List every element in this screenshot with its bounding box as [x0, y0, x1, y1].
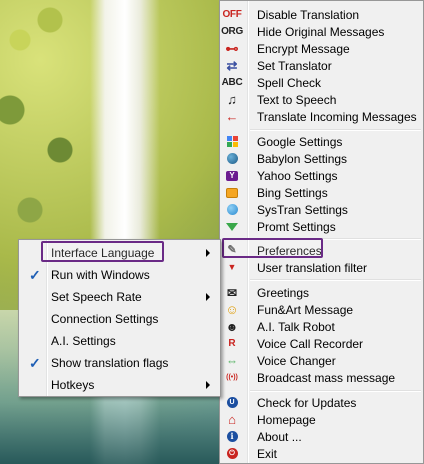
- yahoo-icon: Y: [224, 168, 240, 184]
- menu-item-encrypt-message[interactable]: ⊷ Encrypt Message: [222, 40, 421, 57]
- menu-separator: [250, 279, 421, 281]
- menu-item-fun-art-message[interactable]: ☺ Fun&Art Message: [222, 301, 421, 318]
- menu-item-user-translation-filter[interactable]: ▼ User translation filter: [222, 259, 421, 276]
- menu-item-label: About ...: [257, 429, 302, 444]
- interface-language-highlight-box: [41, 241, 164, 262]
- menu-item-bing-settings[interactable]: Bing Settings: [222, 184, 421, 201]
- wallpaper-foliage: [0, 0, 80, 250]
- menu-item-label: User translation filter: [257, 260, 368, 275]
- menu-item-google-settings[interactable]: Google Settings: [222, 133, 421, 150]
- submenu-item-set-speech-rate[interactable]: Set Speech Rate: [21, 286, 218, 308]
- submenu-arrow-icon: [206, 381, 210, 389]
- systran-icon: [224, 202, 240, 218]
- filter-icon: ▼: [227, 262, 237, 272]
- menu-item-label: Fun&Art Message: [257, 302, 354, 317]
- home-icon: ⌂: [228, 412, 236, 427]
- menu-item-yahoo-settings[interactable]: Y Yahoo Settings: [222, 167, 421, 184]
- menu-item-label: Promt Settings: [257, 219, 336, 234]
- menu-item-disable-translation[interactable]: OFF Disable Translation: [222, 6, 421, 23]
- submenu-arrow-icon: [206, 249, 210, 257]
- menu-item-homepage[interactable]: ⌂ Homepage: [222, 411, 421, 428]
- menu-item-label: Babylon Settings: [257, 151, 348, 166]
- info-icon: i: [224, 429, 240, 445]
- preferences-highlight-box: [222, 238, 323, 258]
- menu-item-label: Spell Check: [257, 75, 322, 90]
- menu-item-voice-call-recorder[interactable]: R Voice Call Recorder: [222, 335, 421, 352]
- off-icon: OFF: [222, 8, 242, 20]
- menu-item-greetings[interactable]: ✉ Greetings: [222, 284, 421, 301]
- submenu-item-label: Show translation flags: [51, 356, 169, 370]
- promt-icon: [224, 219, 240, 235]
- bing-icon: [224, 185, 240, 201]
- swap-arrows-icon: ⇄: [226, 58, 238, 73]
- music-note-icon: ♫: [227, 92, 237, 107]
- back-arrow-icon: ←: [225, 109, 239, 124]
- menu-item-label: Check for Updates: [257, 395, 357, 410]
- broadcast-icon: ((•)): [226, 374, 238, 381]
- menu-item-ai-talk-robot[interactable]: ☻ A.I. Talk Robot: [222, 318, 421, 335]
- menu-item-label: Google Settings: [257, 134, 343, 149]
- submenu-item-show-translation-flags[interactable]: ✓ Show translation flags: [21, 352, 218, 374]
- robot-icon: ☻: [225, 319, 239, 334]
- menu-item-label: Translate Incoming Messages: [257, 109, 417, 124]
- menu-item-label: Bing Settings: [257, 185, 328, 200]
- menu-item-label: Broadcast mass message: [257, 370, 396, 385]
- preferences-submenu: Interface Language ✓ Run with Windows Se…: [18, 239, 221, 397]
- menu-item-label: Greetings: [257, 285, 310, 300]
- menu-separator: [250, 129, 421, 131]
- menu-item-spell-check[interactable]: ABC Spell Check: [222, 74, 421, 91]
- smiley-icon: ☺: [225, 302, 239, 317]
- submenu-item-connection-settings[interactable]: Connection Settings: [21, 308, 218, 330]
- menu-item-broadcast-mass-message[interactable]: ((•)) Broadcast mass message: [222, 369, 421, 386]
- checkmark-icon: ✓: [29, 266, 41, 283]
- menu-item-check-for-updates[interactable]: U Check for Updates: [222, 394, 421, 411]
- menu-item-label: Text to Speech: [257, 92, 337, 107]
- checkmark-icon: ✓: [29, 354, 41, 371]
- google-icon: [224, 134, 240, 150]
- main-context-menu: OFF Disable Translation ORG Hide Origina…: [219, 0, 424, 464]
- menu-item-translate-incoming-messages[interactable]: ← Translate Incoming Messages: [222, 108, 421, 125]
- voice-changer-icon: ⇔: [226, 353, 238, 368]
- submenu-item-label: A.I. Settings: [51, 334, 116, 348]
- menu-item-about[interactable]: i About ...: [222, 428, 421, 445]
- menu-separator: [250, 390, 421, 392]
- menu-item-label: Set Translator: [257, 58, 332, 73]
- menu-item-systran-settings[interactable]: SysTran Settings: [222, 201, 421, 218]
- envelope-icon: ✉: [226, 285, 238, 300]
- submenu-item-label: Hotkeys: [51, 378, 95, 392]
- key-icon: ⊷: [225, 41, 239, 56]
- menu-item-label: A.I. Talk Robot: [257, 319, 335, 334]
- org-icon: ORG: [221, 25, 243, 37]
- babylon-icon: [224, 151, 240, 167]
- menu-item-label: Encrypt Message: [257, 41, 350, 56]
- menu-item-label: Disable Translation: [257, 7, 360, 22]
- menu-item-label: Homepage: [257, 412, 316, 427]
- menu-item-promt-settings[interactable]: Promt Settings: [222, 218, 421, 235]
- submenu-arrow-icon: [206, 293, 210, 301]
- menu-item-hide-original-messages[interactable]: ORG Hide Original Messages: [221, 23, 421, 40]
- submenu-item-run-with-windows[interactable]: ✓ Run with Windows: [21, 264, 218, 286]
- update-icon: U: [224, 395, 240, 411]
- menu-item-label: Exit: [257, 446, 278, 461]
- menu-item-voice-changer[interactable]: ⇔ Voice Changer: [222, 352, 421, 369]
- submenu-item-label: Connection Settings: [51, 312, 159, 326]
- submenu-item-ai-settings[interactable]: A.I. Settings: [21, 330, 218, 352]
- menu-item-label: Yahoo Settings: [257, 168, 338, 183]
- power-icon: ⏻: [224, 446, 240, 462]
- menu-item-text-to-speech[interactable]: ♫ Text to Speech: [222, 91, 421, 108]
- record-icon: R: [228, 337, 236, 349]
- submenu-item-label: Set Speech Rate: [51, 290, 142, 304]
- menu-item-exit[interactable]: ⏻ Exit: [222, 445, 421, 462]
- submenu-item-label: Run with Windows: [51, 268, 150, 282]
- menu-item-label: Hide Original Messages: [257, 24, 385, 39]
- menu-item-set-translator[interactable]: ⇄ Set Translator: [222, 57, 421, 74]
- submenu-item-hotkeys[interactable]: Hotkeys: [21, 374, 218, 396]
- abc-icon: ABC: [221, 76, 243, 88]
- menu-item-label: SysTran Settings: [257, 202, 348, 217]
- menu-item-babylon-settings[interactable]: Babylon Settings: [222, 150, 421, 167]
- menu-item-label: Voice Changer: [257, 353, 336, 368]
- menu-item-label: Voice Call Recorder: [257, 336, 364, 351]
